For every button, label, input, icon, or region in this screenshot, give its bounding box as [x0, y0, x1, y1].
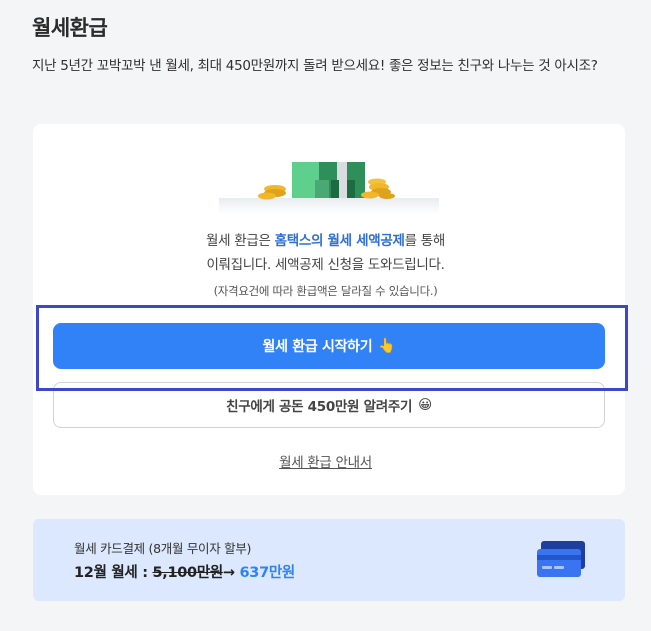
card-payment-banner[interactable]: 월세 카드결제 (8개월 무이자 할부) 12월 월세 : 5,100만원→ 6… — [33, 519, 625, 601]
credit-card-icon — [537, 541, 585, 577]
refund-info-suffix: 를 통해 — [404, 233, 446, 249]
smile-icon: 😀 — [418, 397, 432, 413]
refund-info-line-2: 이뤄집니다. 세액공제 신청을 도와드립니다. — [206, 257, 445, 273]
share-label: 친구에게 공돈 450만원 알려주기 — [226, 399, 413, 415]
page-description: 지난 5년간 꼬박꼬박 낸 월세, 최대 450만원까지 돌려 받으세요! 좋은… — [32, 58, 598, 74]
start-refund-label: 월세 환급 시작하기 — [262, 339, 373, 355]
refund-info-highlight: 홈택스의 월세 세액공제 — [274, 233, 405, 249]
refund-guide-link[interactable]: 월세 환급 안내서 — [279, 455, 372, 471]
refund-info-prefix: 월세 환급은 — [206, 233, 275, 249]
page-title: 월세환급 — [32, 16, 108, 40]
old-price: 5,100만원 — [152, 565, 223, 581]
start-refund-button[interactable]: 월세 환급 시작하기 👆 — [53, 323, 605, 369]
new-price: 637만원 — [239, 565, 296, 581]
guide-link-row: 월세 환급 안내서 — [0, 451, 651, 471]
refund-info-line: 월세 환급은 홈택스의 월세 세액공제를 통해 — [0, 229, 651, 249]
eligibility-note: (자격요건에 따라 환급액은 달라질 수 있습니다.) — [213, 284, 438, 298]
price-prefix: 12월 월세 : — [74, 565, 153, 581]
arrow-icon: → — [222, 565, 235, 581]
banner-title: 월세 카드결제 (8개월 무이자 할부) — [74, 541, 252, 556]
money-stack-icon — [219, 162, 439, 214]
banner-price: 12월 월세 : 5,100만원→ 637만원 — [74, 561, 295, 582]
pointing-hand-icon: 👆 — [378, 338, 396, 354]
share-with-friend-button[interactable]: 친구에게 공돈 450만원 알려주기 😀 — [53, 382, 605, 428]
